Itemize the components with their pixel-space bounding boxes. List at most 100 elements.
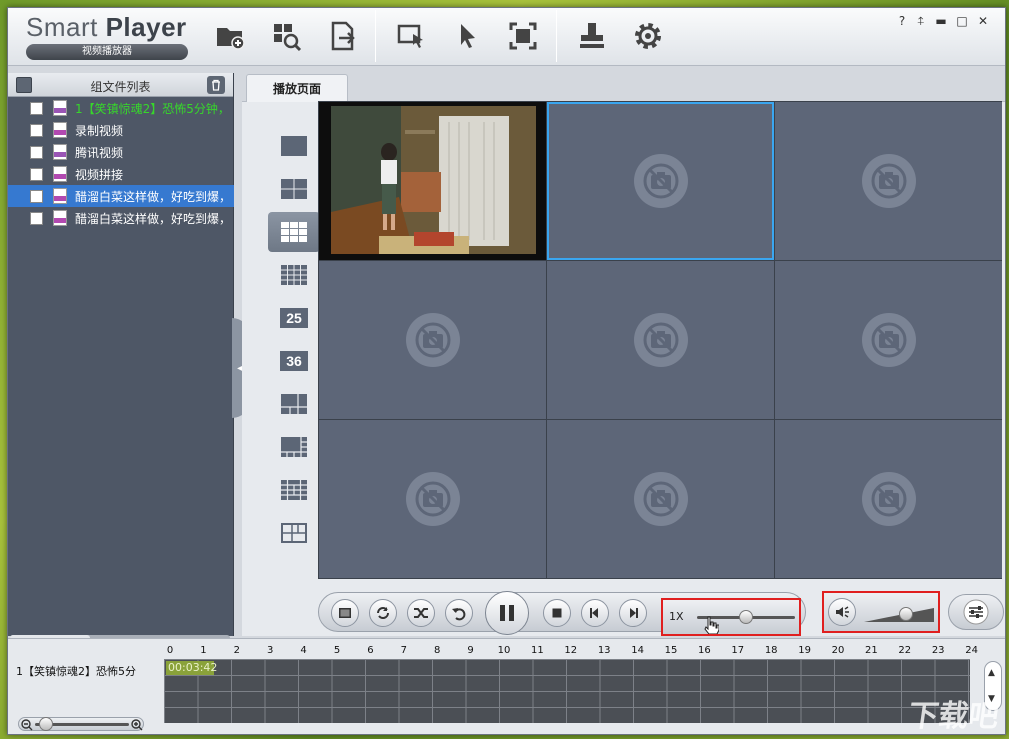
volume-slider-knob[interactable] [899, 607, 913, 621]
list-item[interactable]: 1【笑镇惊魂2】恐怖5分钟， [8, 97, 234, 119]
mp4-file-icon [53, 210, 67, 226]
app-brand: Smart Player 视频播放器 [26, 12, 196, 62]
list-item[interactable]: 视频拼接 [8, 163, 234, 185]
layout-36-label: 36 [280, 351, 308, 371]
select-window-button[interactable] [391, 16, 431, 56]
timeline-tick: 8 [434, 645, 441, 656]
zoom-out-icon[interactable] [21, 719, 33, 731]
timeline-segment[interactable]: 00:03:42 [166, 661, 217, 675]
export-file-button[interactable] [322, 16, 362, 56]
add-folder-button[interactable] [210, 16, 250, 56]
timeline-tick: 4 [300, 645, 307, 656]
file-label: 醋溜白菜这样做，好吃到爆， [75, 211, 232, 226]
tab-play-page[interactable]: 播放页面 [246, 74, 348, 102]
layout-1x1-button[interactable] [268, 126, 320, 166]
layout-2x2-button[interactable] [268, 169, 320, 209]
search-files-button[interactable] [266, 16, 306, 56]
list-item[interactable]: 醋溜白菜这样做，好吃到爆， [8, 185, 234, 207]
list-item[interactable]: 腾讯视频 [8, 141, 234, 163]
file-checkbox[interactable] [30, 211, 43, 225]
next-frame-button[interactable] [619, 599, 647, 627]
file-checkbox[interactable] [30, 167, 43, 181]
loop-button[interactable] [369, 599, 397, 627]
file-checkbox[interactable] [30, 145, 43, 159]
video-window-6[interactable] [775, 261, 1002, 419]
add-folder-icon [217, 28, 245, 50]
toolbar-separator [375, 10, 376, 62]
speed-slider-knob[interactable] [739, 610, 753, 624]
fullscreen-icon [509, 22, 537, 50]
video-window-7[interactable] [319, 420, 546, 578]
file-list-title: 组文件列表 [90, 80, 151, 94]
fullscreen-button[interactable] [503, 16, 543, 56]
layout-custom-b-button[interactable] [268, 513, 320, 553]
help-button[interactable]: ? [894, 14, 910, 28]
timeline-scale: 0 1 2 3 4 5 6 7 8 9 10 11 12 13 14 15 16 17 18 19 20 21 22 23 24 [166, 645, 978, 659]
file-list-header: 组文件列表 [8, 73, 233, 97]
timeline-tick: 24 [965, 645, 978, 656]
layout-3x3-button[interactable] [268, 212, 320, 252]
file-label: 醋溜白菜这样做，好吃到爆， [75, 189, 232, 204]
hand-cursor-icon [704, 616, 719, 634]
layout-1plus7-button[interactable] [268, 427, 320, 467]
layout-custom-a-button[interactable] [268, 470, 320, 510]
pause-button[interactable] [485, 591, 529, 635]
maximize-button[interactable]: □ [954, 14, 970, 28]
stop-icon [552, 608, 562, 618]
video-window-9[interactable] [775, 420, 1002, 578]
layout-36-button[interactable]: 36 [268, 341, 320, 381]
video-window-2[interactable] [547, 102, 774, 260]
mute-button[interactable] [828, 598, 856, 626]
file-checkbox[interactable] [30, 123, 43, 137]
timeline-tick: 0 [166, 645, 174, 656]
stamp-button[interactable] [572, 16, 612, 56]
no-video-camera-icon [861, 472, 916, 526]
layout-custom-a-icon [281, 480, 307, 500]
previous-frame-button[interactable] [581, 599, 609, 627]
file-checkbox[interactable] [30, 101, 43, 115]
rewind-button[interactable] [445, 599, 473, 627]
pointer-button[interactable] [447, 16, 487, 56]
no-video-camera-icon [633, 472, 688, 526]
list-item[interactable]: 醋溜白菜这样做，好吃到爆， [8, 207, 234, 229]
toolbar-separator [556, 10, 557, 62]
timeline-tick: 1 [200, 645, 207, 656]
file-checkbox[interactable] [30, 189, 43, 203]
timeline-tick: 13 [597, 645, 611, 656]
zoom-knob[interactable] [39, 717, 53, 731]
no-video-camera-icon [861, 154, 916, 208]
video-window-8[interactable] [547, 420, 774, 578]
stop-button[interactable] [543, 599, 571, 627]
video-window-3[interactable] [775, 102, 1002, 260]
gear-icon [635, 23, 661, 49]
brand-bold: Player [105, 12, 187, 42]
pause-icon [500, 605, 514, 621]
zoom-in-icon[interactable] [131, 719, 143, 731]
layout-1plus5-button[interactable] [268, 384, 320, 424]
timeline-grid[interactable] [164, 659, 970, 723]
snapshot-button[interactable] [331, 599, 359, 627]
file-list-panel: 组文件列表 1【笑镇惊魂2】恐怖5分钟， 录制视频 腾讯视频 视频拼接 醋溜白菜… [8, 73, 234, 641]
video-window-1[interactable] [319, 102, 546, 260]
pin-button[interactable]: ⍏ [913, 14, 929, 28]
layout-1x1-icon [281, 136, 307, 156]
timeline-zoom-slider[interactable] [18, 717, 144, 731]
settings-button[interactable] [628, 16, 668, 56]
select-all-checkbox[interactable] [16, 77, 32, 93]
video-frame-image [319, 102, 546, 260]
video-window-4[interactable] [319, 261, 546, 419]
mp4-file-icon [53, 188, 67, 204]
minimize-button[interactable]: ▬ [933, 14, 949, 28]
layout-custom-b-icon [281, 523, 307, 543]
layout-4x4-button[interactable] [268, 255, 320, 295]
speaker-icon [836, 606, 849, 618]
shuffle-button[interactable] [407, 599, 435, 627]
equalizer-button[interactable] [948, 594, 1004, 630]
delete-button[interactable] [207, 76, 225, 94]
scroll-up-button[interactable]: ▲ [988, 668, 995, 678]
list-item[interactable]: 录制视频 [8, 119, 234, 141]
close-button[interactable]: ✕ [975, 14, 991, 28]
video-window-5[interactable] [547, 261, 774, 419]
layout-1plus7-icon [281, 437, 307, 457]
layout-25-button[interactable]: 25 [268, 298, 320, 338]
